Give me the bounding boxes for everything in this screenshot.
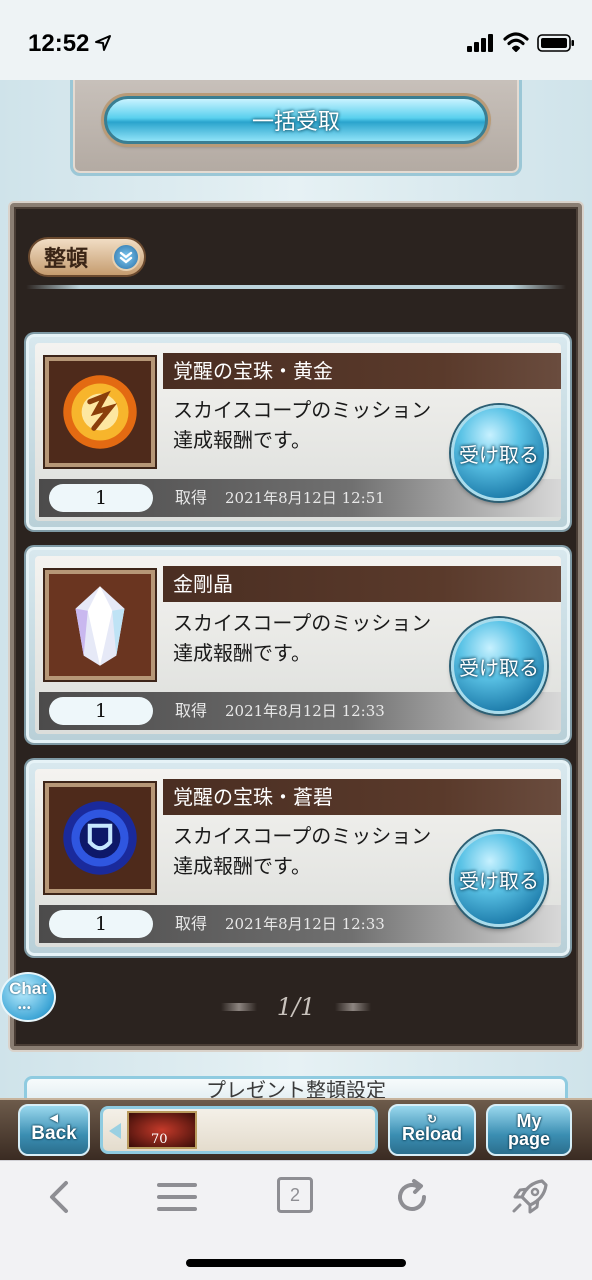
- gold-orb-icon: [45, 357, 155, 467]
- chat-label: Chat: [9, 979, 47, 998]
- rocket-icon[interactable]: [508, 1175, 552, 1219]
- acquired-label: 取得: [175, 488, 208, 507]
- blue-orb-icon: [45, 783, 155, 893]
- item-name: 金剛晶: [163, 566, 561, 602]
- back-button[interactable]: ◀ Back: [18, 1104, 90, 1156]
- mypage-label-line1: My: [516, 1111, 542, 1131]
- chevron-down-icon: [112, 243, 140, 271]
- bulk-receive-button[interactable]: 一括受取: [104, 96, 488, 144]
- present-item: 覚醒の宝珠・蒼碧 スカイスコープのミッション達成報酬です。 1 取得 2021年…: [26, 760, 570, 956]
- pagination: 1/1: [14, 987, 578, 1027]
- item-quantity: 1: [49, 697, 153, 725]
- divider: [26, 285, 566, 289]
- browser-back-icon[interactable]: [38, 1175, 82, 1219]
- present-item: 金剛晶 スカイスコープのミッション達成報酬です。 1 取得 2021年8月12日…: [26, 547, 570, 743]
- item-description: スカイスコープのミッション達成報酬です。: [173, 824, 432, 878]
- location-arrow-icon: [95, 35, 111, 51]
- chat-button[interactable]: Chat •••: [0, 972, 56, 1022]
- wifi-icon: [503, 32, 529, 52]
- item-description: スカイスコープのミッション達成報酬です。: [173, 398, 432, 452]
- sort-button[interactable]: 整頓: [28, 237, 146, 277]
- acquired-label: 取得: [175, 701, 208, 720]
- present-list-panel: 整頓 覚醒の宝珠・黄金 スカイスコープのミッション達成報酬です。 1 取得 20…: [10, 203, 582, 1050]
- status-time: 12:52: [28, 30, 90, 57]
- back-label: Back: [31, 1123, 77, 1144]
- mypage-label-line2: page: [507, 1129, 550, 1149]
- menu-icon[interactable]: [155, 1175, 199, 1219]
- sort-label: 整頓: [44, 247, 89, 272]
- item-name: 覚醒の宝珠・蒼碧: [163, 779, 561, 815]
- page-indicator: 1/1: [276, 993, 316, 1021]
- chat-dots-icon: •••: [18, 1003, 32, 1014]
- quick-slider[interactable]: 70: [100, 1106, 378, 1154]
- item-quantity: 1: [49, 910, 153, 938]
- acquired-date: 2021年8月12日 12:33: [225, 702, 385, 720]
- receive-button[interactable]: 受け取る: [451, 618, 547, 714]
- game-nav-bar: ◀ Back 70 ↻ Reload My page: [0, 1098, 592, 1160]
- refresh-icon[interactable]: [390, 1175, 434, 1219]
- receive-button[interactable]: 受け取る: [451, 831, 547, 927]
- status-bar: 12:52: [0, 0, 592, 80]
- acquired-date: 2021年8月12日 12:33: [225, 915, 385, 933]
- acquired-label: 取得: [175, 914, 208, 933]
- cellular-signal-icon: [467, 34, 493, 52]
- level-number: 70: [151, 1132, 168, 1147]
- reload-button[interactable]: ↻ Reload: [388, 1104, 476, 1156]
- item-quantity: 1: [49, 484, 153, 512]
- item-name: 覚醒の宝珠・黄金: [163, 353, 561, 389]
- prev-page-arrow-icon[interactable]: [220, 1003, 257, 1011]
- reload-label: Reload: [401, 1124, 462, 1144]
- tabs-button[interactable]: 2: [277, 1177, 313, 1213]
- next-page-arrow-icon[interactable]: [335, 1003, 372, 1011]
- left-arrow-icon[interactable]: [109, 1123, 121, 1139]
- item-description: スカイスコープのミッション達成報酬です。: [173, 611, 432, 665]
- home-indicator: [186, 1259, 406, 1267]
- receive-button[interactable]: 受け取る: [451, 405, 547, 501]
- reload-icon: ↻: [426, 1112, 438, 1126]
- crystal-icon: [45, 570, 155, 680]
- character-thumbnail[interactable]: 70: [127, 1111, 197, 1149]
- present-item: 覚醒の宝珠・黄金 スカイスコープのミッション達成報酬です。 1 取得 2021年…: [26, 334, 570, 530]
- browser-toolbar: 2: [0, 1160, 592, 1280]
- game-viewport: 一括受取 整頓 覚醒の宝珠・黄金 スカイスコープのミッション達成報酬です。 1 …: [0, 80, 592, 1160]
- mypage-button[interactable]: My page: [486, 1104, 572, 1156]
- acquired-date: 2021年8月12日 12:51: [225, 489, 385, 507]
- battery-icon: [537, 34, 574, 52]
